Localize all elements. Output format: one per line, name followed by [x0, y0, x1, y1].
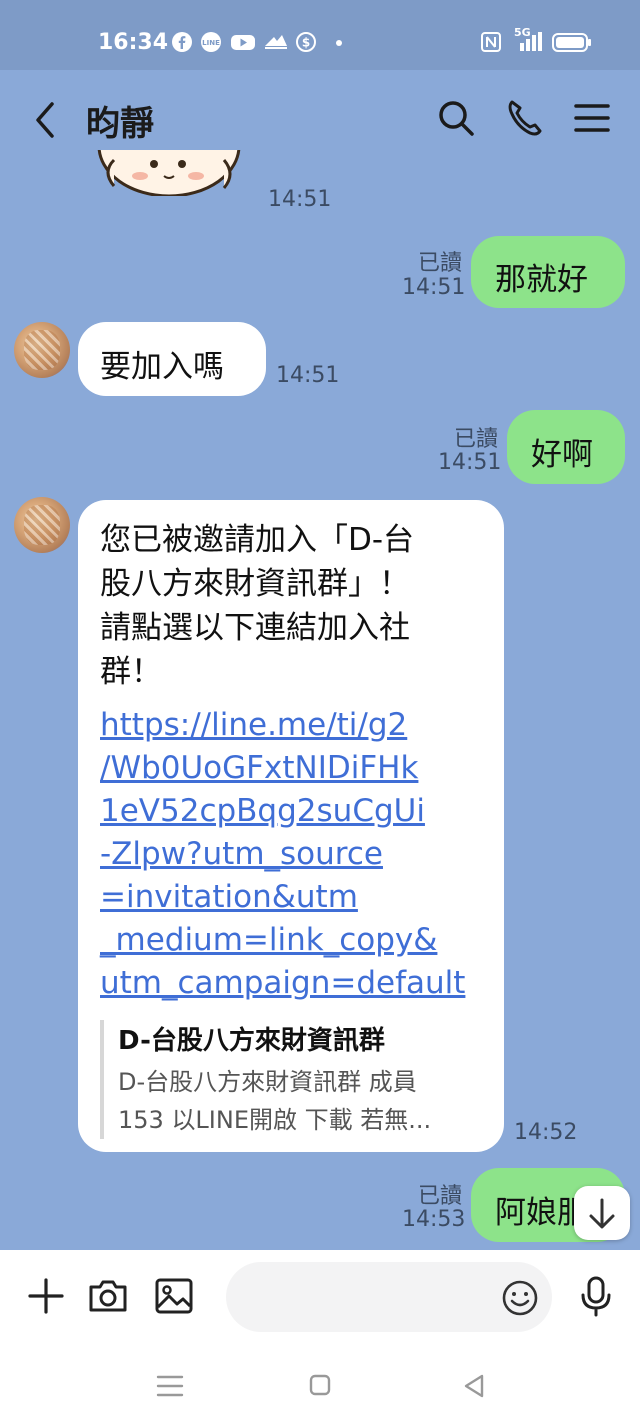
message-time: 14:51: [438, 450, 502, 475]
message-time: 14:51: [402, 275, 466, 300]
dollar-icon: $: [296, 32, 316, 52]
chat-title[interactable]: 昀靜: [86, 96, 154, 145]
link-preview-title: D-台股八方來財資訊群: [118, 1026, 385, 1056]
link-line[interactable]: /Wb0UoGFxtNIDiFHk: [100, 747, 480, 790]
incoming-message-bubble[interactable]: 要加入嗎: [78, 322, 266, 396]
outgoing-message-bubble[interactable]: 好啊: [507, 410, 625, 484]
link-line[interactable]: https://line.me/ti/g2: [100, 704, 480, 747]
avatar[interactable]: [14, 497, 70, 553]
nfc-icon: [481, 32, 501, 52]
message-text: 那就好: [495, 262, 588, 298]
input-bar: [0, 1250, 640, 1350]
system-nav-bar: [0, 1350, 640, 1422]
signal-icon: [520, 32, 542, 51]
read-receipt: 已讀: [453, 427, 498, 452]
link-preview-description-line: 153 以LINE開啟 下載 若無...: [118, 1106, 432, 1134]
outgoing-message-bubble[interactable]: 那就好: [471, 236, 625, 308]
link-line[interactable]: _medium=link_copy&: [100, 919, 480, 962]
link-line[interactable]: -Zlpw?utm_source: [100, 833, 480, 876]
read-receipt: 已讀: [417, 251, 462, 276]
link-preview-description-line: D-台股八方來財資訊群 成員: [118, 1068, 417, 1096]
invitation-text-line: 股八方來財資訊群」！: [100, 566, 410, 602]
scroll-down-button[interactable]: [574, 1186, 630, 1240]
microphone-icon[interactable]: [574, 1274, 618, 1318]
youtube-icon: [231, 35, 255, 50]
message-time: 14:52: [514, 1120, 578, 1145]
status-time: 16:34: [98, 30, 169, 55]
read-receipt: 已讀: [417, 1184, 462, 1209]
line-icon: LINE: [201, 32, 221, 52]
facebook-icon: [172, 32, 192, 52]
link-line[interactable]: 1eV52cpBqg2suCgUi: [100, 790, 480, 833]
message-text: 要加入嗎: [100, 349, 224, 385]
sticker-message[interactable]: [96, 150, 242, 196]
line-icon-text: LINE: [202, 39, 220, 47]
recents-icon[interactable]: [150, 1368, 190, 1404]
back-arrow-icon[interactable]: [30, 100, 62, 140]
invitation-text: 您已被邀請加入「D-台 股八方來財資訊群」！ 請點選以下連結加入社 群！: [100, 518, 480, 694]
message-time: 14:51: [276, 363, 340, 388]
link-preview-description: D-台股八方來財資訊群 成員 153 以LINE開啟 下載 若無...: [118, 1063, 498, 1139]
invitation-message-bubble[interactable]: 您已被邀請加入「D-台 股八方來財資訊群」！ 請點選以下連結加入社 群！ htt…: [78, 500, 504, 1152]
svg-text:$: $: [302, 36, 310, 50]
image-icon[interactable]: [152, 1274, 196, 1318]
nav-back-icon[interactable]: [454, 1368, 494, 1404]
avatar[interactable]: [14, 322, 70, 378]
message-time: 14:53: [402, 1207, 466, 1232]
menu-icon[interactable]: [572, 96, 612, 140]
plus-icon[interactable]: [24, 1274, 68, 1318]
invitation-text-line: 群！: [100, 654, 162, 690]
phone-icon[interactable]: [504, 96, 544, 140]
invitation-link[interactable]: https://line.me/ti/g2 /Wb0UoGFxtNIDiFHk …: [100, 704, 480, 1005]
link-preview[interactable]: D-台股八方來財資訊群 D-台股八方來財資訊群 成員 153 以LINE開啟 下…: [100, 1020, 498, 1139]
home-icon[interactable]: [300, 1368, 340, 1404]
invitation-text-line: 您已被邀請加入「D-台: [100, 522, 415, 558]
camera-icon[interactable]: [86, 1274, 130, 1318]
emoji-icon[interactable]: [500, 1278, 540, 1318]
message-text: 好啊: [531, 437, 593, 473]
status-bar: 16:34 LINE $ 5G: [0, 0, 640, 70]
arrow-down-icon: [589, 1198, 615, 1229]
app-icon: [265, 35, 287, 49]
invitation-text-line: 請點選以下連結加入社: [100, 610, 410, 646]
battery-icon: [552, 33, 591, 52]
search-icon[interactable]: [436, 96, 476, 140]
message-time: 14:51: [268, 187, 332, 212]
sticker-image: [97, 150, 241, 196]
dot-icon: [336, 40, 342, 46]
link-line[interactable]: utm_campaign=default: [100, 962, 480, 1005]
link-line[interactable]: =invitation&utm: [100, 876, 480, 919]
